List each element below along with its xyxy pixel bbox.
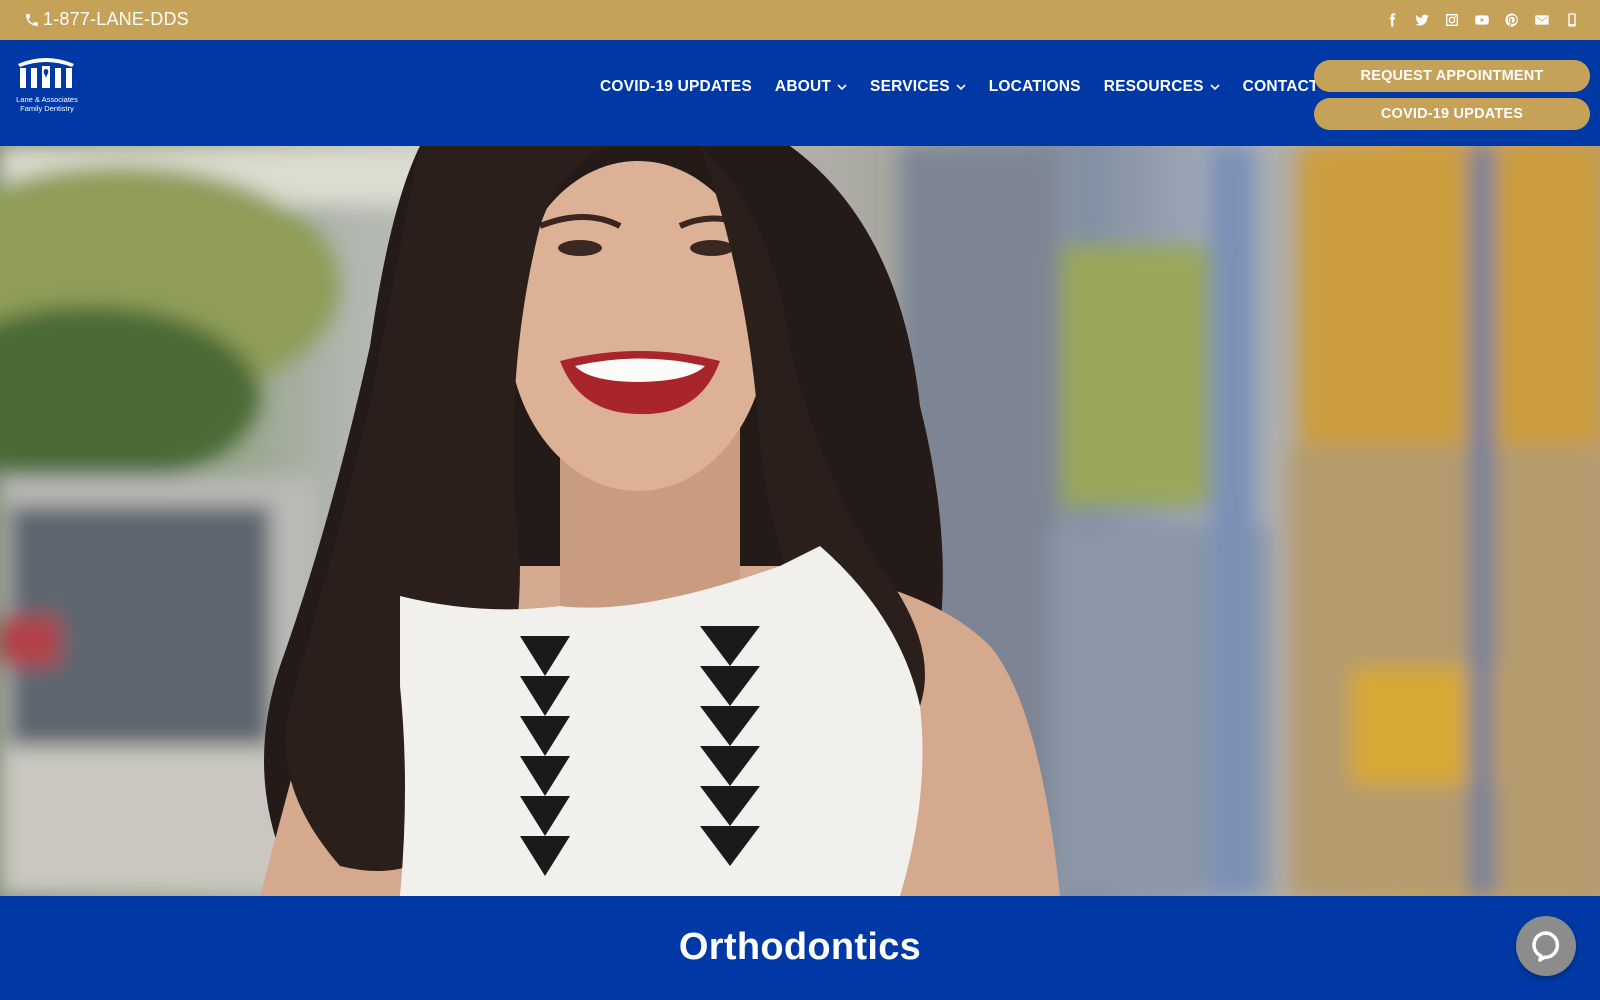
nav-services[interactable]: SERVICES [870, 78, 966, 96]
chevron-down-icon [956, 83, 966, 90]
logo[interactable]: Lane & Associates Family Dentistry [14, 54, 80, 113]
page-title: Orthodontics [678, 926, 922, 968]
instagram-icon[interactable] [1444, 11, 1460, 29]
logo-text-line1: Lane & Associates [16, 95, 78, 104]
building-columns-icon [18, 58, 74, 88]
phone-link[interactable]: 1-877-LANE-DDS [24, 9, 189, 30]
primary-nav: COVID-19 UPDATES ABOUT SERVICES LOCATION… [600, 78, 1342, 96]
logo-text-line2: Family Dentistry [20, 104, 74, 113]
nav-label: CONTACT [1242, 78, 1319, 95]
nav-locations[interactable]: LOCATIONS [989, 78, 1081, 96]
phone-number: 1-877-LANE-DDS [43, 9, 189, 29]
nav-about[interactable]: ABOUT [775, 78, 847, 96]
nav-label: LOCATIONS [988, 78, 1081, 95]
mobile-icon[interactable] [1564, 11, 1580, 29]
twitter-icon[interactable] [1414, 11, 1430, 29]
phone-icon [26, 13, 38, 26]
nav-label: RESOURCES [1103, 78, 1204, 95]
chevron-down-icon [837, 83, 847, 90]
nav-label: ABOUT [774, 78, 832, 95]
page-title-band: Orthodontics [0, 896, 1600, 1000]
chevron-down-icon [1210, 83, 1220, 90]
email-icon[interactable] [1534, 11, 1550, 29]
main-header: Lane & Associates Family Dentistry COVID… [0, 40, 1600, 146]
covid-updates-button[interactable]: COVID-19 UPDATES [1314, 98, 1590, 130]
top-bar: 1-877-LANE-DDS [0, 0, 1600, 40]
chat-widget-button[interactable] [1516, 916, 1576, 976]
nav-label: SERVICES [870, 78, 950, 95]
nav-contact[interactable]: CONTACT [1243, 78, 1319, 96]
request-appointment-button[interactable]: REQUEST APPOINTMENT [1314, 60, 1590, 92]
nav-label: COVID-19 UPDATES [600, 78, 752, 95]
hero-image [0, 146, 1600, 896]
chat-bubble-icon [1532, 931, 1560, 962]
nav-covid-updates[interactable]: COVID-19 UPDATES [600, 78, 752, 96]
nav-resources[interactable]: RESOURCES [1104, 78, 1220, 96]
youtube-icon[interactable] [1474, 11, 1490, 29]
facebook-icon[interactable] [1384, 11, 1400, 29]
pinterest-icon[interactable] [1504, 11, 1520, 29]
hero-photo [0, 146, 1600, 896]
social-links [1384, 11, 1580, 29]
